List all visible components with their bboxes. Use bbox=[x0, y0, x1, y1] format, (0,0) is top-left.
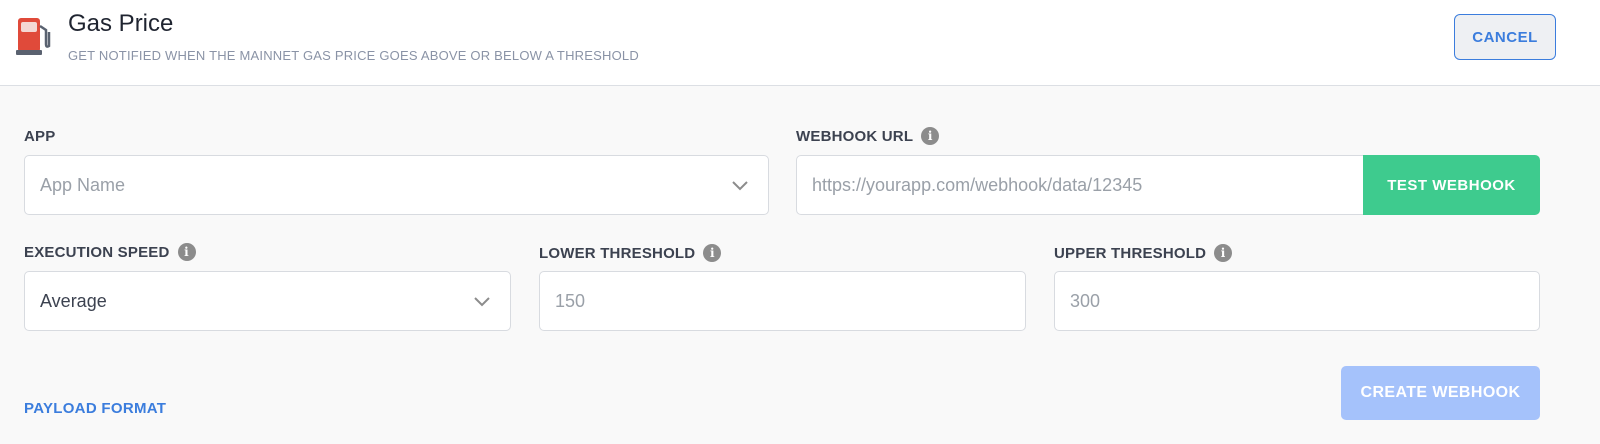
webhook-url-placeholder: https://yourapp.com/webhook/data/12345 bbox=[812, 174, 1143, 195]
lower-threshold-label-text: LOWER THRESHOLD bbox=[539, 244, 696, 262]
execution-speed-select[interactable]: Average bbox=[24, 271, 511, 331]
app-select-placeholder: App Name bbox=[40, 174, 126, 195]
page-header: Gas Price GET NOTIFIED WHEN THE MAINNET … bbox=[0, 0, 1600, 86]
info-icon[interactable]: i bbox=[1214, 244, 1233, 262]
info-icon[interactable]: i bbox=[703, 244, 722, 262]
lower-threshold-placeholder: 150 bbox=[555, 290, 586, 311]
page-subtitle: GET NOTIFIED WHEN THE MAINNET GAS PRICE … bbox=[68, 48, 639, 63]
cancel-button[interactable]: CANCEL bbox=[1454, 14, 1556, 60]
chevron-down-icon bbox=[462, 281, 502, 321]
test-webhook-button[interactable]: TEST WEBHOOK bbox=[1363, 155, 1540, 215]
lower-threshold-label: LOWER THRESHOLD i bbox=[539, 244, 722, 262]
upper-threshold-label: UPPER THRESHOLD i bbox=[1054, 244, 1233, 262]
app-select[interactable]: App Name bbox=[24, 155, 769, 215]
lower-threshold-input[interactable]: 150 bbox=[539, 271, 1026, 331]
info-icon[interactable]: i bbox=[921, 127, 940, 145]
upper-threshold-label-text: UPPER THRESHOLD bbox=[1054, 244, 1207, 262]
chevron-down-icon bbox=[720, 165, 760, 205]
webhook-url-input[interactable]: https://yourapp.com/webhook/data/12345 bbox=[796, 155, 1366, 215]
upper-threshold-placeholder: 300 bbox=[1070, 290, 1101, 311]
webhook-url-label-text: WEBHOOK URL bbox=[796, 127, 914, 145]
info-icon[interactable]: i bbox=[177, 243, 196, 261]
execution-speed-value: Average bbox=[40, 290, 107, 311]
page-title: Gas Price bbox=[68, 10, 174, 37]
app-label: APP bbox=[24, 128, 55, 145]
execution-speed-label: EXECUTION SPEED i bbox=[24, 243, 196, 261]
upper-threshold-input[interactable]: 300 bbox=[1054, 271, 1540, 331]
execution-speed-label-text: EXECUTION SPEED bbox=[24, 243, 170, 261]
create-webhook-button[interactable]: CREATE WEBHOOK bbox=[1341, 366, 1540, 420]
fuel-pump-icon bbox=[16, 18, 51, 55]
app-label-text: APP bbox=[24, 128, 56, 145]
webhook-url-label: WEBHOOK URL i bbox=[796, 127, 940, 145]
payload-format-link[interactable]: PAYLOAD FORMAT bbox=[24, 400, 166, 417]
